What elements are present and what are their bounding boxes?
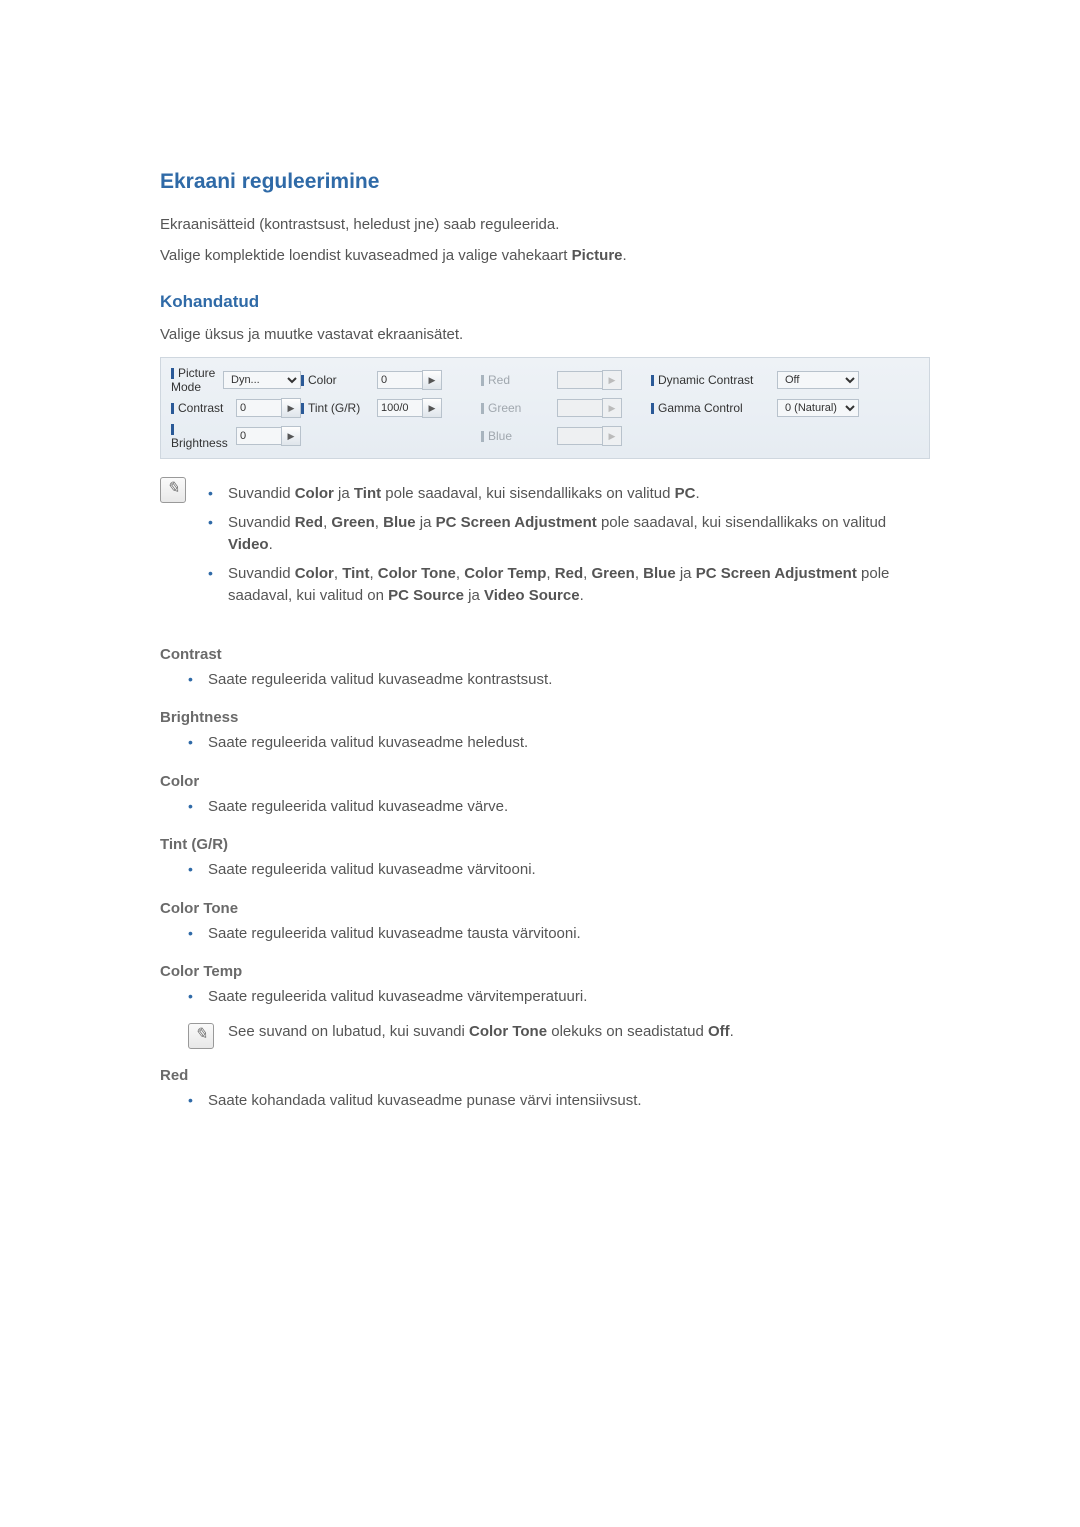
blue-input: ▶ (557, 426, 622, 446)
arrow-right-icon: ▶ (602, 398, 622, 418)
def-red-title: Red (160, 1067, 930, 1084)
green-input: ▶ (557, 398, 622, 418)
page-title: Ekraani reguleerimine (160, 170, 930, 194)
arrow-right-icon[interactable]: ▶ (281, 426, 301, 446)
def-colortemp-title: Color Temp (160, 963, 930, 980)
label-brightness: Brightness (171, 422, 230, 450)
def-tint-title: Tint (G/R) (160, 836, 930, 853)
label-blue: Blue (481, 429, 551, 443)
red-input: ▶ (557, 370, 622, 390)
intro-text-2: Valige komplektide loendist kuvaseadmed … (160, 247, 930, 264)
dynamic-contrast-select[interactable]: Off (777, 371, 859, 389)
arrow-right-icon[interactable]: ▶ (422, 398, 442, 418)
availability-notes: Suvandid Color ja Tint pole saadaval, ku… (198, 477, 930, 614)
label-picture-mode: Picture Mode (171, 366, 217, 394)
color-input[interactable]: ▶ (377, 370, 442, 390)
def-tint-text: Saate reguleerida valitud kuvaseadme vär… (188, 859, 930, 882)
def-contrast-text: Saate reguleerida valitud kuvaseadme kon… (188, 669, 930, 692)
custom-heading: Kohandatud (160, 292, 930, 312)
def-colortemp-text: Saate reguleerida valitud kuvaseadme vär… (188, 986, 930, 1009)
label-green: Green (481, 401, 551, 415)
brightness-input[interactable]: ▶ (236, 426, 301, 446)
def-color-text: Saate reguleerida valitud kuvaseadme vär… (188, 796, 930, 819)
def-colortone-text: Saate reguleerida valitud kuvaseadme tau… (188, 923, 930, 946)
label-tint: Tint (G/R) (301, 401, 371, 415)
tint-input[interactable]: ▶ (377, 398, 442, 418)
pencil-icon: ✎ (188, 1023, 214, 1049)
def-color-title: Color (160, 773, 930, 790)
def-brightness-text: Saate reguleerida valitud kuvaseadme hel… (188, 732, 930, 755)
colortemp-note: See suvand on lubatud, kui suvandi Color… (228, 1023, 734, 1040)
arrow-right-icon: ▶ (602, 426, 622, 446)
def-contrast-title: Contrast (160, 646, 930, 663)
note-3: Suvandid Color, Tint, Color Tone, Color … (208, 563, 930, 608)
pencil-icon: ✎ (160, 477, 186, 503)
settings-panel: Picture Mode Dyn... Color ▶ Red ▶ Dynami… (160, 357, 930, 459)
intro-text-1: Ekraanisätteid (kontrastsust, heledust j… (160, 216, 930, 233)
label-contrast: Contrast (171, 401, 230, 415)
def-red-text: Saate kohandada valitud kuvaseadme punas… (188, 1090, 930, 1113)
def-colortone-title: Color Tone (160, 900, 930, 917)
label-gamma: Gamma Control (651, 401, 771, 415)
note-2: Suvandid Red, Green, Blue ja PC Screen A… (208, 512, 930, 557)
label-dynamic-contrast: Dynamic Contrast (651, 373, 771, 387)
arrow-right-icon: ▶ (602, 370, 622, 390)
gamma-select[interactable]: 0 (Natural) (777, 399, 859, 417)
note-1: Suvandid Color ja Tint pole saadaval, ku… (208, 483, 930, 506)
def-brightness-title: Brightness (160, 709, 930, 726)
contrast-input[interactable]: ▶ (236, 398, 301, 418)
picture-mode-select[interactable]: Dyn... (223, 371, 301, 389)
arrow-right-icon[interactable]: ▶ (281, 398, 301, 418)
label-red: Red (481, 373, 551, 387)
custom-desc: Valige üksus ja muutke vastavat ekraanis… (160, 326, 930, 343)
label-color: Color (301, 373, 371, 387)
arrow-right-icon[interactable]: ▶ (422, 370, 442, 390)
